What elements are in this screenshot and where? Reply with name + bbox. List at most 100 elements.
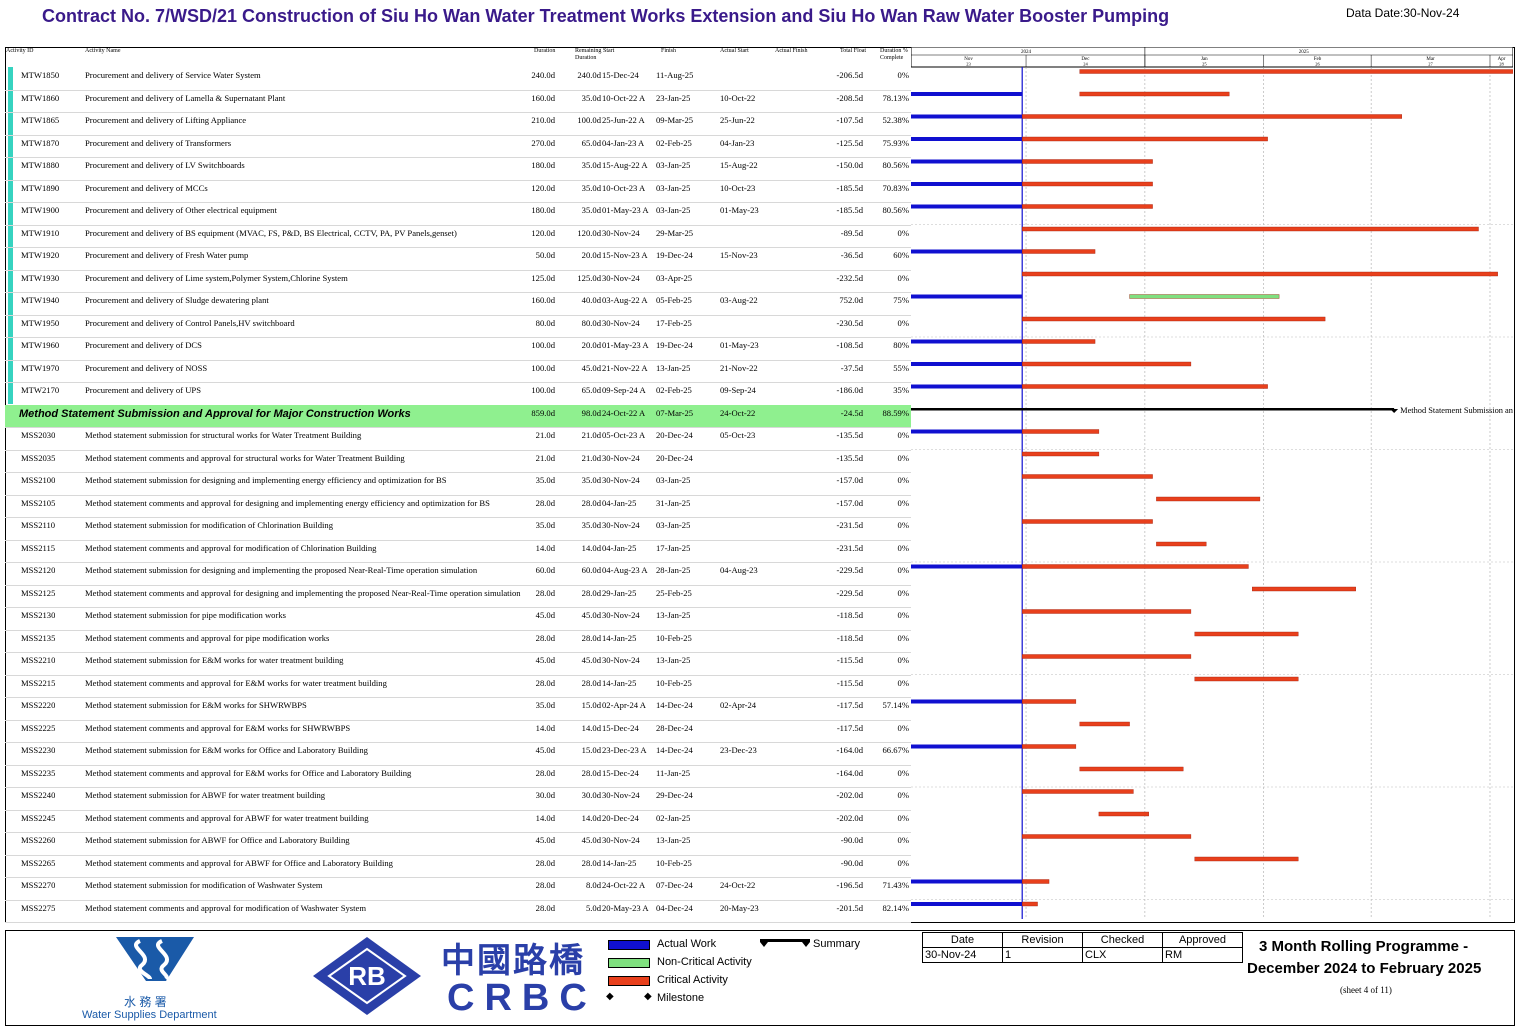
rb-diamond-logo: RB (313, 937, 421, 1015)
cell-tf: -185.5d (836, 182, 864, 193)
programme-title-line2: December 2024 to February 2025 (1247, 960, 1482, 977)
table-row[interactable]: MTW1920 Procurement and delivery of Fresh… (5, 247, 911, 271)
table-row[interactable]: MSS2270 Method statement submission for m… (5, 877, 911, 901)
cell-od: 120.0d (531, 182, 555, 193)
cell-finish: 19-Dec-24 (656, 340, 693, 350)
cell-od: 28.0d (535, 857, 555, 868)
table-row[interactable]: MSS2135 Method statement comments and app… (5, 630, 911, 653)
critical-bar (1021, 744, 1077, 749)
cell-rd: 15.0d (581, 745, 601, 755)
cell-tf: -150.0d (836, 160, 864, 170)
month-number-label: 28 (1499, 62, 1504, 67)
col-actual-finish: Actual Finish (775, 48, 808, 54)
cell-tf: -115.5d (836, 655, 863, 665)
table-row[interactable]: MSS2265 Method statement comments and app… (5, 855, 911, 878)
cell-pc: 0% (897, 767, 909, 778)
table-row[interactable]: MTW1910 Procurement and delivery of BS eq… (5, 225, 911, 248)
table-row[interactable]: MTW1970 Procurement and delivery of NOSS 1… (5, 360, 911, 383)
table-row[interactable]: MTW1850 Procurement and delivery of Servi… (5, 67, 911, 91)
cell-rd: 15.0d (581, 700, 601, 710)
critical-bar (1021, 339, 1096, 344)
table-row[interactable]: MSS2275 Method statement comments and app… (5, 900, 911, 923)
cell-id: MTW1940 (21, 295, 60, 305)
table-row[interactable]: MSS2130 Method statement submission for p… (5, 607, 911, 631)
cell-id: MTW1970 (21, 362, 60, 373)
cell-tf: -229.5d (836, 587, 864, 598)
cell-rd: 28.0d (581, 767, 601, 778)
table-row[interactable]: MTW1870 Procurement and delivery of Trans… (5, 135, 911, 158)
col-duration: Duration (534, 48, 556, 54)
cell-tf: -135.5d (836, 430, 864, 440)
table-row[interactable]: MSS2110 Method statement submission for m… (5, 517, 911, 541)
cell-tf: -157.0d (836, 475, 864, 485)
table-row[interactable]: MTW1940 Procurement and delivery of Sludg… (5, 292, 911, 316)
cell-tf: -229.5d (836, 565, 864, 575)
critical-bar (1079, 91, 1230, 97)
cell-pc: 0% (897, 835, 909, 845)
cell-od: 28.0d (535, 902, 555, 913)
cell-finish: 19-Dec-24 (656, 250, 693, 260)
cell-pc: 0% (897, 70, 909, 80)
cell-pc: 0% (897, 722, 909, 733)
cell-od: 45.0d (535, 610, 555, 620)
cell-finish: 11-Aug-25 (656, 70, 694, 80)
table-row[interactable]: MTW1950 Procurement and delivery of Contr… (5, 315, 911, 338)
cell-as: 24-Oct-22 (720, 880, 756, 890)
actual-work-bar (911, 564, 1023, 569)
cell-name: Procurement and delivery of LV Switchboa… (85, 160, 245, 170)
cell-od: 28.0d (535, 767, 555, 778)
table-row[interactable]: MTW1960 Procurement and delivery of DCS 10… (5, 337, 911, 361)
table-row[interactable]: MSS2030 Method statement submission for s… (5, 427, 911, 451)
cell-id: MSS2225 (21, 722, 56, 733)
table-row[interactable]: MSS2120 Method statement submission for d… (5, 562, 911, 586)
table-row[interactable]: MSS2245 Method statement comments and app… (5, 810, 911, 833)
table-row[interactable]: MTW1890 Procurement and delivery of MCCs 1… (5, 180, 911, 203)
cell-pc: 0% (897, 587, 909, 598)
cell-name: Procurement and delivery of Service Wate… (85, 70, 261, 80)
table-row[interactable]: MTW2170 Procurement and delivery of UPS 10… (5, 382, 911, 406)
table-row[interactable]: MSS2260 Method statement submission for A… (5, 832, 911, 856)
table-row[interactable]: MSS2215 Method statement comments and app… (5, 675, 911, 698)
cell-id: MSS2270 (21, 880, 56, 890)
month-number-label: 23 (966, 62, 971, 67)
cell-start: 20-May-23 A (602, 902, 649, 913)
cell-finish: 20-Dec-24 (656, 430, 693, 440)
cell-start: 30-Nov-24 (602, 452, 640, 463)
group-header-row[interactable]: Method Statement Submission and Approval… (5, 404, 911, 428)
cell-pc: 0% (897, 317, 909, 328)
table-row[interactable]: MSS2230 Method statement submission for E… (5, 742, 911, 766)
cell-rd: 240.0d (577, 70, 601, 80)
month-number-label: 27 (1428, 62, 1433, 67)
table-row[interactable]: MSS2125 Method statement comments and app… (5, 585, 911, 608)
table-row[interactable]: MSS2105 Method statement comments and app… (5, 495, 911, 518)
critical-bar (1021, 654, 1192, 659)
table-row[interactable]: MTW1880 Procurement and delivery of LV Sw… (5, 157, 911, 181)
table-row[interactable]: MSS2035 Method statement comments and app… (5, 450, 911, 473)
critical-bar (1079, 721, 1130, 727)
cell-name: Procurement and delivery of UPS (85, 385, 201, 395)
actual-work-bar (911, 699, 1023, 704)
cell-id: MSS2135 (21, 632, 56, 643)
table-row[interactable]: MTW1860 Procurement and delivery of Lamel… (5, 90, 911, 113)
critical-bar (1194, 856, 1299, 862)
cell-id: MSS2240 (21, 790, 56, 800)
cell-start: 30-Nov-24 (602, 272, 640, 283)
actual-work-bar (911, 362, 1023, 366)
cell-start: 30-Nov-24 (602, 520, 640, 530)
table-row[interactable]: MSS2220 Method statement submission for E… (5, 697, 911, 721)
table-row[interactable]: MSS2115 Method statement comments and app… (5, 540, 911, 563)
table-row[interactable]: MTW1865 Procurement and delivery of Lifti… (5, 112, 911, 136)
critical-bar (1079, 69, 1513, 74)
cell-pc: 75% (893, 295, 909, 305)
table-row[interactable]: MSS2100 Method statement submission for d… (5, 472, 911, 496)
table-row[interactable]: MTW1900 Procurement and delivery of Other… (5, 202, 911, 226)
col-remaining-duration: Remaining Duration (575, 48, 602, 61)
table-row[interactable]: MSS2235 Method statement comments and app… (5, 765, 911, 788)
cell-od: 60.0d (535, 565, 555, 575)
cell-name: Procurement and delivery of Lamella & Su… (85, 92, 286, 103)
table-row[interactable]: MSS2210 Method statement submission for E… (5, 652, 911, 676)
table-row[interactable]: MSS2240 Method statement submission for A… (5, 787, 911, 811)
table-row[interactable]: MSS2225 Method statement comments and app… (5, 720, 911, 743)
cell-tf: -24.5d (840, 407, 863, 418)
table-row[interactable]: MTW1930 Procurement and delivery of Lime … (5, 270, 911, 293)
